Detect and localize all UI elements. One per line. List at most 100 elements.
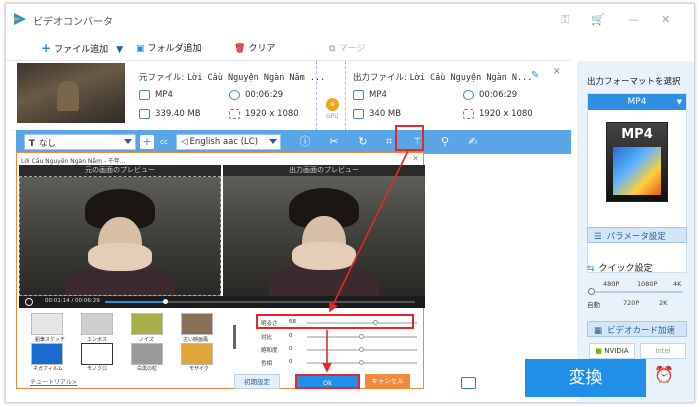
play-icon[interactable]	[25, 298, 33, 306]
effect-label: 古い映画風	[183, 337, 209, 343]
dialog-close-icon[interactable]: ✕	[412, 154, 419, 163]
src-resolution: 1920 x 1080	[245, 109, 299, 119]
alarm-clock-icon[interactable]: ⏰	[654, 365, 678, 389]
contrast-knob[interactable]	[359, 334, 364, 339]
preset-auto[interactable]: 自動	[587, 299, 600, 309]
chevron-down-icon[interactable]: ▼	[116, 45, 123, 55]
add-file-button[interactable]: + ファイル追加 ▼	[41, 41, 123, 55]
right-panel: 出力フォーマットを選択 MP4 ▼ MP4 ☰ パラメータ設定 ⇆ クイック設定 48…	[577, 61, 694, 402]
watermark-icon[interactable]: ⚲	[438, 135, 452, 149]
clear-button[interactable]: 🗑 クリア	[234, 41, 275, 54]
gpu-accel-label: ビデオカード加速	[607, 326, 676, 336]
preset-1080p[interactable]: 1080P	[637, 280, 657, 288]
edit-toolbar: T なし + cc ◁ English aac (LC) ⓘ ✂ ↻ ⌗ ⚚ ⚲ ✍	[16, 130, 571, 154]
slider-knob[interactable]	[588, 288, 595, 295]
crop-icon[interactable]: ⌗	[382, 135, 396, 149]
convert-button[interactable]: 変換	[525, 359, 646, 397]
add-subtitle-icon[interactable]: +	[140, 135, 154, 149]
original-preview	[19, 176, 221, 296]
close-icon[interactable]: ✕	[661, 13, 670, 26]
seek-knob[interactable]	[163, 299, 168, 304]
nvidia-badge[interactable]: ■ NVIDIA	[589, 343, 635, 359]
preset-2k[interactable]: 2K	[659, 299, 667, 307]
effect-mosaic[interactable]	[181, 343, 213, 365]
video-thumbnail[interactable]	[17, 63, 125, 123]
seek-bar[interactable]	[105, 299, 415, 304]
format-image	[613, 147, 661, 195]
output-format-title: 出力フォーマットを選択	[587, 77, 681, 87]
quick-setting-label: クイック設定	[598, 264, 653, 274]
info-icon[interactable]: ⓘ	[298, 135, 312, 149]
subtitle-value: なし	[38, 139, 56, 149]
cc-icon[interactable]: cc	[157, 135, 171, 149]
effect-mono[interactable]	[81, 343, 113, 365]
minimize-icon[interactable]: —	[628, 13, 639, 26]
app-logo-icon	[14, 13, 26, 25]
reset-button[interactable]: 初期設定	[234, 374, 280, 389]
src-format: MP4	[155, 90, 173, 100]
brightness-highlight	[256, 314, 414, 329]
effect-bw-grain[interactable]	[131, 343, 163, 365]
cut-icon[interactable]: ✂	[327, 135, 341, 149]
format-selector[interactable]: MP4 ▼ MP4	[587, 93, 687, 273]
adjust-icon: ⇆	[587, 264, 595, 274]
effect-negative[interactable]	[31, 343, 63, 365]
resolution-icon	[229, 109, 240, 119]
effect-label: モザイク	[189, 366, 209, 372]
preset-4k[interactable]: 4K	[673, 280, 681, 288]
open-folder-icon[interactable]	[461, 377, 476, 389]
folder-add-icon: ▣	[136, 44, 145, 54]
subtitle-select[interactable]: T なし	[24, 134, 136, 150]
saturation-knob[interactable]	[359, 347, 364, 352]
cart-icon[interactable]: 🛒	[591, 13, 605, 26]
chevron-down-icon	[269, 139, 277, 144]
effect-noise[interactable]	[131, 313, 163, 335]
effect-label: 鉛筆スケッチ	[35, 337, 66, 343]
preset-720p[interactable]: 720P	[623, 299, 639, 307]
rotate-icon[interactable]: ↻	[356, 135, 370, 149]
subtitle-edit-icon[interactable]: ✍	[466, 135, 480, 149]
audio-select[interactable]: ◁ English aac (LC)	[176, 134, 281, 150]
ok-button[interactable]: Ok	[295, 374, 360, 389]
out-resolution-icon	[463, 109, 474, 119]
preview-hands	[88, 243, 152, 271]
effects-highlight	[395, 125, 424, 151]
out-duration: 00:06:29	[479, 90, 518, 100]
speaker-icon: ◁	[181, 137, 188, 147]
out-size: 340 MB	[369, 109, 402, 119]
contrast-slider[interactable]	[307, 334, 417, 339]
out-clock-icon	[463, 90, 474, 100]
preset-480p[interactable]: 480P	[603, 280, 619, 288]
saturation-slider[interactable]	[307, 347, 417, 352]
merge-button[interactable]: ⧉ マージ	[329, 41, 365, 54]
merge-label: マージ	[338, 44, 366, 54]
gpu-icon: ⚙	[326, 98, 339, 111]
gpu-accel-button[interactable]: ▦ ビデオカード加速	[587, 321, 687, 337]
source-file-name: 元ファイル: Lời Cầu Nguyện Ngàn Năm ...	[139, 71, 325, 83]
effect-label: ノイズ	[139, 337, 154, 343]
title-bar: ビデオコンバータ ⚿ 🛒 — ✕	[6, 4, 694, 34]
parameter-settings-button[interactable]: ☰ パラメータ設定	[587, 227, 687, 243]
quality-slider[interactable]	[588, 288, 683, 295]
effects-scrollbar[interactable]	[233, 325, 236, 349]
effect-pencil-sketch[interactable]	[31, 313, 63, 335]
hue-value: 0	[289, 359, 293, 365]
sliders-icon: ☰	[594, 232, 602, 242]
add-folder-button[interactable]: ▣ フォルダ追加	[136, 41, 202, 54]
playback-bar: 00:01:14 / 00:06:29	[19, 296, 425, 308]
key-icon[interactable]: ⚿	[561, 13, 569, 27]
contrast-value: 0	[289, 333, 293, 339]
effect-label: モノクロ	[87, 366, 108, 372]
effect-emboss[interactable]	[81, 313, 113, 335]
cancel-button[interactable]: キャンセル	[365, 374, 410, 389]
size-icon	[139, 109, 150, 119]
hue-slider[interactable]	[307, 360, 417, 365]
remove-icon[interactable]: ✕	[553, 67, 561, 77]
intel-badge[interactable]: Intel	[640, 343, 686, 359]
hue-knob[interactable]	[359, 360, 364, 365]
effect-old-film[interactable]	[181, 313, 213, 335]
out-resolution: 1920 x 1080	[479, 109, 533, 119]
output-preview	[223, 176, 425, 296]
tutorial-link[interactable]: チュートリアル>	[30, 377, 77, 386]
edit-pencil-icon[interactable]: ✎	[531, 70, 539, 81]
